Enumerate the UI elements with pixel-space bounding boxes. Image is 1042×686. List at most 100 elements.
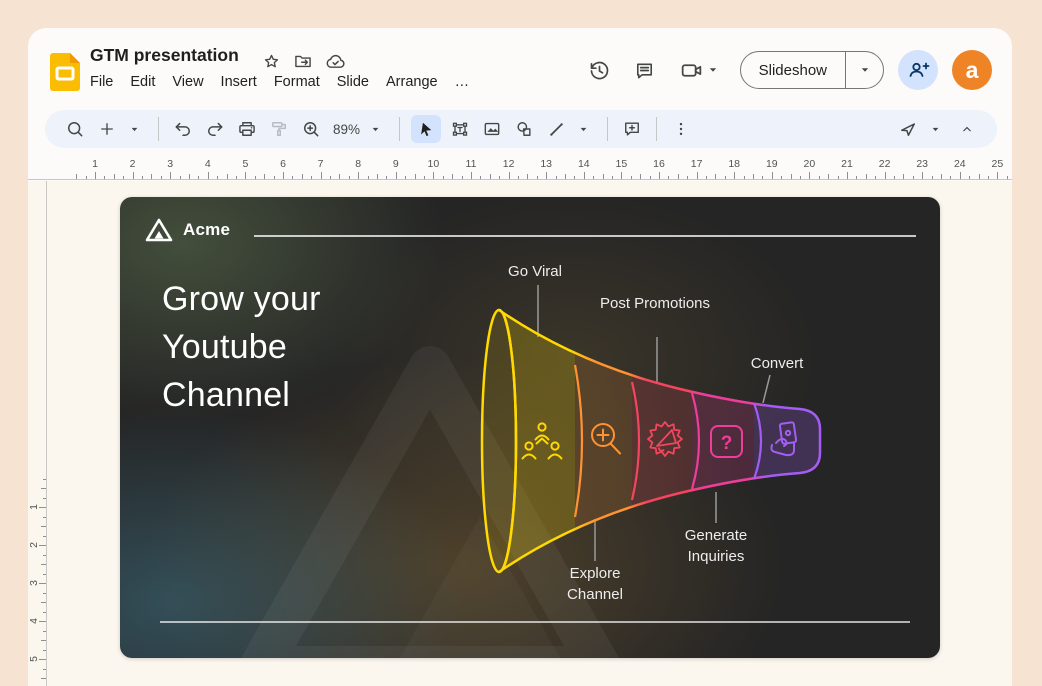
ruler-tick: [640, 174, 641, 179]
ruler-tick: [198, 176, 199, 180]
menu-item-view[interactable]: View: [172, 74, 203, 90]
ruler-number: 4: [200, 158, 216, 170]
new-slide-dropdown-icon[interactable]: [121, 115, 147, 143]
ruler-tick: [396, 172, 397, 179]
slideshow-options-button[interactable]: [845, 52, 883, 88]
ruler-tick: [875, 176, 876, 180]
redo-icon[interactable]: [202, 115, 228, 143]
ruler-tick: [43, 517, 47, 518]
account-avatar[interactable]: a: [952, 50, 992, 90]
ruler-tick: [43, 498, 47, 499]
ruler-number: 14: [576, 158, 592, 170]
zoom-level-value[interactable]: 89%: [333, 122, 360, 137]
cloud-saved-icon[interactable]: [324, 50, 346, 72]
funnel-label-generate-inquiries[interactable]: Generate Inquiries: [666, 525, 766, 567]
ruler-tick: [330, 176, 331, 180]
more-options-icon[interactable]: [668, 115, 694, 143]
text-box-icon[interactable]: [447, 115, 473, 143]
ruler-tick: [753, 174, 754, 179]
ruler-tick: [913, 176, 914, 180]
share-button[interactable]: [898, 50, 938, 90]
zoom-in-icon[interactable]: [298, 115, 324, 143]
ruler-tick: [283, 172, 284, 179]
ruler-tick: [76, 174, 77, 179]
ruler-tick: [114, 174, 115, 179]
ruler-tick: [997, 172, 998, 179]
insert-line-icon[interactable]: [543, 115, 569, 143]
ruler-tick: [43, 669, 47, 670]
ruler-tick: [321, 172, 322, 179]
line-dropdown-icon[interactable]: [570, 115, 596, 143]
ruler-tick: [405, 176, 406, 180]
ruler-tick: [43, 650, 47, 651]
ruler-number: 7: [313, 158, 329, 170]
ruler-tick: [180, 176, 181, 180]
ruler-number: 18: [726, 158, 742, 170]
funnel-mouth: [482, 310, 516, 572]
ruler-tick: [490, 174, 491, 179]
toolbar-separator: [158, 117, 159, 141]
paint-format-icon[interactable]: [266, 115, 292, 143]
comments-icon[interactable]: [622, 50, 668, 90]
ruler-tick: [499, 176, 500, 180]
ruler-tick: [123, 176, 124, 180]
funnel-label-convert[interactable]: Convert: [712, 353, 842, 374]
menu-item-more[interactable]: …: [455, 74, 470, 90]
ruler-tick: [941, 174, 942, 179]
ruler-tick: [565, 174, 566, 179]
funnel-label-post-promotions[interactable]: Post Promotions: [598, 293, 712, 314]
ruler-tick: [885, 172, 886, 179]
ruler-number: 21: [839, 158, 855, 170]
ruler-tick: [762, 176, 763, 180]
slideshow-button[interactable]: Slideshow: [741, 52, 845, 88]
ruler-tick: [292, 176, 293, 180]
ruler-tick: [631, 176, 632, 180]
funnel-label-explore-channel[interactable]: Explore Channel: [548, 563, 642, 605]
ruler-tick: [245, 172, 246, 179]
menu-item-format[interactable]: Format: [274, 74, 320, 90]
vertical-ruler[interactable]: 12345: [28, 181, 46, 686]
funnel-label-go-viral[interactable]: Go Viral: [470, 261, 600, 282]
collapse-menus-icon[interactable]: [954, 115, 980, 143]
ruler-number: 25: [989, 158, 1005, 170]
slide-canvas[interactable]: Acme Grow your Youtube Channel: [120, 197, 940, 658]
menu-item-arrange[interactable]: Arrange: [386, 74, 438, 90]
print-icon[interactable]: [234, 115, 260, 143]
select-cursor-icon[interactable]: [411, 115, 441, 143]
funnel-body[interactable]: [499, 310, 820, 572]
toolbar-separator: [399, 117, 400, 141]
zoom-dropdown-icon[interactable]: [362, 115, 388, 143]
menu-item-insert[interactable]: Insert: [221, 74, 257, 90]
version-history-icon[interactable]: [576, 50, 622, 90]
new-slide-button[interactable]: [94, 115, 120, 143]
move-folder-icon[interactable]: [292, 50, 314, 72]
meet-camera-button[interactable]: [668, 58, 730, 83]
insert-shape-icon[interactable]: [511, 115, 537, 143]
star-icon[interactable]: [260, 50, 282, 72]
ruler-number: 5: [237, 158, 253, 170]
ruler-tick: [612, 176, 613, 180]
search-icon[interactable]: [62, 115, 88, 143]
ruler-number: 19: [764, 158, 780, 170]
ruler-number: 12: [501, 158, 517, 170]
ruler-number: 15: [613, 158, 629, 170]
menu-item-slide[interactable]: Slide: [337, 74, 369, 90]
ruler-tick: [715, 174, 716, 179]
svg-text:?: ?: [721, 433, 733, 454]
ruler-tick: [133, 172, 134, 179]
menu-item-edit[interactable]: Edit: [130, 74, 155, 90]
pointer-dropdown-icon[interactable]: [922, 115, 948, 143]
slides-logo[interactable]: [50, 53, 80, 96]
ruler-tick: [368, 176, 369, 180]
insert-image-icon[interactable]: [479, 115, 505, 143]
ruler-number: 1: [87, 158, 103, 170]
undo-icon[interactable]: [170, 115, 196, 143]
ruler-tick: [772, 172, 773, 179]
ruler-tick: [386, 176, 387, 180]
menu-item-file[interactable]: File: [90, 74, 113, 90]
laser-pointer-icon[interactable]: [895, 115, 921, 143]
document-title[interactable]: GTM presentation: [90, 45, 239, 66]
horizontal-ruler[interactable]: 1234567891011121314151617181920212223242…: [28, 158, 1012, 180]
ruler-tick: [424, 176, 425, 180]
add-comment-icon[interactable]: [619, 115, 645, 143]
